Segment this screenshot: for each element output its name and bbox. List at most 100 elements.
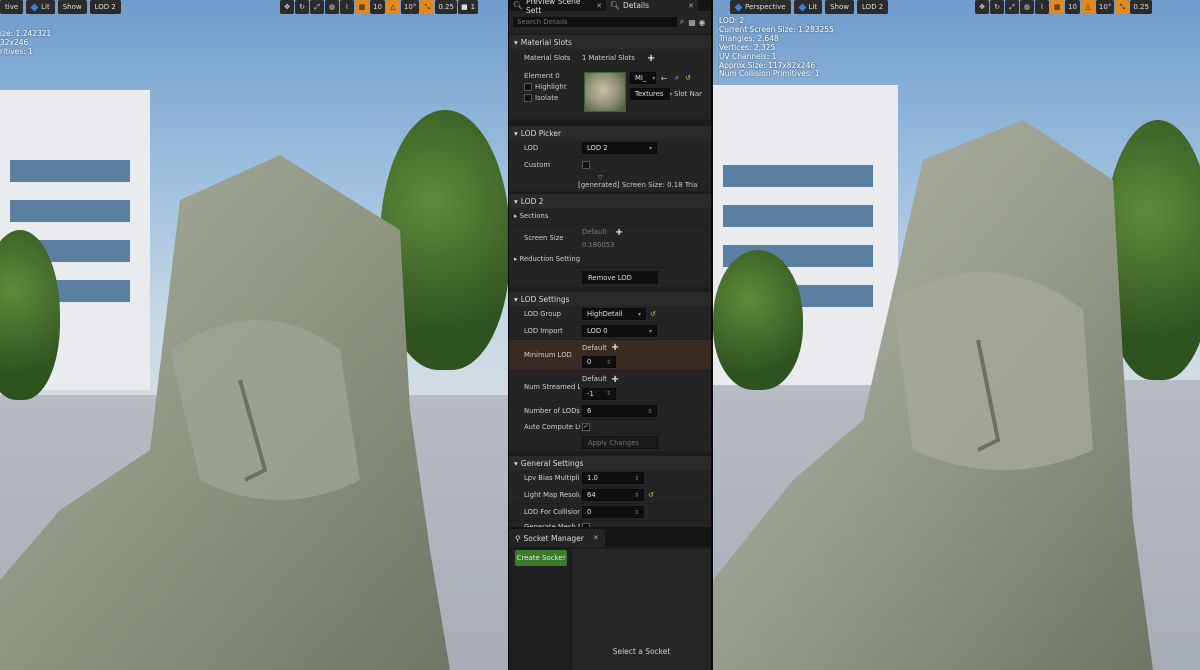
minimum-lod-label: Minimum LOD	[524, 351, 572, 359]
material-thumbnail[interactable]	[584, 72, 626, 112]
world-icon[interactable]: ◍	[325, 0, 339, 14]
sections-row[interactable]: ▸ Sections	[509, 208, 711, 225]
add-platform-override-icon[interactable]: +	[611, 374, 619, 385]
scale-snap-icon[interactable]: ⤡	[420, 0, 435, 14]
tab-socket-manager[interactable]: ⚲ Socket Manager ✕	[509, 529, 605, 547]
show-button[interactable]: Show	[57, 0, 87, 14]
light-map-input[interactable]: 64	[582, 489, 644, 501]
rotate-icon[interactable]: ↻	[295, 0, 309, 14]
rotate-icon[interactable]: ↻	[990, 0, 1004, 14]
scale-snap-value[interactable]: 0.25	[435, 0, 457, 14]
show-button[interactable]: Show	[825, 0, 855, 14]
socket-list[interactable]: Create Socke!	[512, 549, 570, 670]
translate-icon[interactable]: ✥	[975, 0, 989, 14]
auto-compute-row: Auto Compute LC ✓	[509, 420, 711, 434]
create-socket-button[interactable]: Create Socke!	[515, 550, 567, 566]
angle-snap-value[interactable]: 10°	[400, 0, 420, 14]
section-general-settings[interactable]: ▾ General Settings	[509, 456, 711, 470]
section-title: General Settings	[520, 458, 584, 468]
browse-icon[interactable]: ⌕	[672, 73, 682, 83]
eye-icon[interactable]: ◉	[697, 17, 707, 27]
lod-collision-input[interactable]: 0	[582, 506, 644, 518]
apply-changes-row: Apply Changes	[509, 434, 711, 452]
isolate-checkbox[interactable]	[524, 94, 532, 102]
angle-snap-icon[interactable]: △	[385, 0, 400, 14]
scale-snap-icon[interactable]: ⤡	[1115, 0, 1130, 14]
remove-lod-row: Remove LOD	[509, 268, 711, 288]
textures-combo[interactable]: Textures	[630, 88, 670, 100]
scale-icon[interactable]: ⤢	[310, 0, 324, 14]
lod-group-combo[interactable]: HighDetail	[582, 308, 646, 320]
details-panel: 🔍︎ Preview Scene Sett ✕ 🔍︎ Details ✕ ⌕ ▦…	[508, 0, 713, 670]
scale-icon[interactable]: ⤢	[1005, 0, 1019, 14]
translate-icon[interactable]: ✥	[280, 0, 294, 14]
section-material-slots[interactable]: ▾ Material Slots	[509, 35, 711, 49]
reset-icon[interactable]: ↺	[650, 310, 656, 318]
grid-snap-value[interactable]: 10	[1065, 0, 1080, 14]
view-mode-button[interactable]: tive	[0, 0, 24, 14]
lit-label: Lit	[41, 3, 50, 11]
expand-down-icon[interactable]: ▽	[578, 174, 603, 181]
right-viewport-stats: LOD: 2 Current Screen Size: 1.283255 Tri…	[719, 16, 834, 79]
add-platform-override-icon[interactable]: +	[611, 342, 619, 353]
lod-combo[interactable]: LOD 2	[582, 142, 657, 154]
remove-lod-button[interactable]: Remove LOD	[582, 271, 658, 284]
perspective-button[interactable]: Perspective	[730, 0, 791, 14]
lod-button[interactable]: LOD 2	[89, 0, 121, 14]
lit-button[interactable]: Lit	[793, 0, 823, 14]
scale-snap-value[interactable]: 0.25	[1130, 0, 1152, 14]
close-icon[interactable]: ✕	[596, 2, 602, 10]
tab-preview-scene-settings[interactable]: 🔍︎ Preview Scene Sett ✕	[509, 0, 606, 15]
light-map-row: Light Map Resolu 64 ↺	[509, 487, 711, 504]
reset-icon[interactable]: ↺	[648, 491, 654, 499]
search-details-input[interactable]	[513, 17, 677, 27]
lod-row: LOD LOD 2	[509, 140, 711, 157]
minimum-lod-input[interactable]: 0	[582, 356, 616, 368]
left-viewport[interactable]: tive Lit Show LOD 2 ✥ ↻ ⤢ ◍ ⌇ ▦ 10 △ 10°…	[0, 0, 508, 670]
close-icon[interactable]: ✕	[593, 534, 599, 542]
highlight-checkbox[interactable]	[524, 83, 532, 91]
grid-snap-icon[interactable]: ▦	[1050, 0, 1064, 14]
lod-import-label: LOD Import	[524, 327, 563, 335]
reset-icon[interactable]: ↺	[685, 74, 691, 82]
world-icon[interactable]: ◍	[1020, 0, 1034, 14]
lod-info-text: [generated] Screen Size: 0.18 Triang	[578, 181, 698, 189]
screen-size-label: Screen Size	[524, 233, 564, 242]
reduction-settings-text: Reduction Setting	[519, 255, 580, 263]
screen-size-value[interactable]: 0.180053	[582, 241, 614, 249]
add-platform-override-icon[interactable]: +	[615, 227, 623, 238]
angle-snap-value[interactable]: 10°	[1095, 0, 1115, 14]
reduction-settings-label: ▸ Reduction Setting	[514, 255, 580, 263]
section-lod-2[interactable]: ▾ LOD 2	[509, 194, 711, 208]
section-lod-picker[interactable]: ▾ LOD Picker	[509, 126, 711, 140]
lod-info-row: ▽ [generated] Screen Size: 0.18 Triang	[509, 174, 711, 192]
collapse-arrow-icon: ▾	[514, 196, 518, 206]
apply-changes-button[interactable]: Apply Changes	[582, 436, 658, 449]
reduction-settings-row[interactable]: ▸ Reduction Setting	[509, 251, 711, 268]
material-combo[interactable]: MI_	[630, 72, 656, 84]
arrow-left-icon[interactable]: ←	[659, 73, 669, 83]
lod-import-combo[interactable]: LOD 0	[582, 325, 657, 337]
section-lod-settings[interactable]: ▾ LOD Settings	[509, 292, 711, 306]
angle-snap-icon[interactable]: △	[1080, 0, 1095, 14]
search-icon[interactable]: ⌕	[677, 17, 687, 27]
lit-button[interactable]: Lit	[26, 0, 55, 14]
tab-details[interactable]: 🔍︎ Details ✕	[606, 0, 698, 11]
custom-checkbox[interactable]	[582, 161, 590, 169]
right-viewport[interactable]: Perspective Lit Show LOD 2 ✥ ↻ ⤢ ◍ ⌇ ▦ 1…	[713, 0, 1200, 670]
statue-model	[0, 150, 450, 670]
collapse-arrow-icon: ▾	[514, 37, 518, 47]
close-icon[interactable]: ✕	[688, 2, 694, 10]
auto-compute-checkbox[interactable]: ✓	[582, 422, 590, 431]
num-streamed-input[interactable]: -1	[582, 387, 616, 400]
surface-snap-icon[interactable]: ⌇	[340, 0, 354, 14]
lpv-bias-input[interactable]: 1.0	[582, 472, 644, 484]
number-of-lods-input[interactable]: 6	[582, 405, 657, 417]
lod-button[interactable]: LOD 2	[857, 0, 889, 14]
camera-speed-icon[interactable]: ■ 1	[457, 0, 479, 14]
grid-view-icon[interactable]: ▦	[687, 17, 697, 27]
surface-snap-icon[interactable]: ⌇	[1035, 0, 1049, 14]
add-material-slot-icon[interactable]: +	[647, 53, 655, 64]
grid-snap-icon[interactable]: ▦	[355, 0, 369, 14]
grid-snap-value[interactable]: 10	[370, 0, 385, 14]
